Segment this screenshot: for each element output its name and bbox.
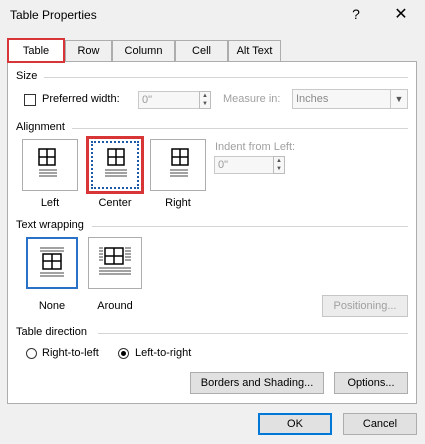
spin-up-icon[interactable]: ▲ (200, 92, 210, 100)
preferred-width-spinner[interactable]: ▲ ▼ (199, 91, 211, 109)
measure-in-label: Measure in: (223, 93, 281, 105)
measure-in-select[interactable]: Inches ▼ (292, 89, 408, 109)
left-to-right-label: Left-to-right (135, 347, 192, 359)
align-center-icon (105, 148, 127, 177)
align-right-label: Right (165, 197, 191, 209)
chevron-down-icon[interactable]: ▼ (390, 90, 407, 108)
size-section-label: Size (16, 70, 38, 82)
tab-cell[interactable]: Cell (175, 40, 228, 61)
preferred-width-field[interactable]: 0" (138, 91, 200, 109)
tab-column[interactable]: Column (112, 40, 175, 61)
close-button[interactable]: ✕ (391, 4, 411, 24)
wrap-none-icon (40, 247, 64, 277)
indent-spinner[interactable]: ▲ ▼ (273, 156, 285, 174)
preferred-width-label: Preferred width: (42, 93, 120, 105)
indent-label: Indent from Left: (215, 141, 296, 153)
spin-down-icon[interactable]: ▼ (200, 100, 210, 108)
table-direction-divider (98, 333, 408, 334)
dialog-title: Table Properties (10, 8, 97, 22)
wrap-around-button[interactable] (88, 237, 142, 289)
borders-and-shading-button[interactable]: Borders and Shading... (190, 372, 324, 394)
align-right-icon (170, 148, 189, 177)
text-wrapping-section-label: Text wrapping (16, 219, 84, 231)
wrap-none-button[interactable] (26, 237, 78, 289)
preferred-width-checkbox[interactable] (24, 94, 36, 106)
help-button[interactable]: ? (348, 6, 364, 24)
align-right-button[interactable] (150, 139, 206, 191)
left-to-right-radio[interactable] (118, 348, 129, 359)
alignment-section-label: Alignment (16, 121, 65, 133)
spin-down-icon[interactable]: ▼ (274, 165, 284, 173)
ok-button[interactable]: OK (258, 413, 332, 435)
size-divider (44, 77, 408, 78)
right-to-left-label: Right-to-left (42, 347, 99, 359)
right-to-left-radio[interactable] (26, 348, 37, 359)
table-direction-section-label: Table direction (16, 326, 87, 338)
indent-field[interactable]: 0" (214, 156, 274, 174)
tab-table[interactable]: Table (7, 38, 65, 63)
tab-row[interactable]: Row (65, 40, 112, 61)
positioning-button[interactable]: Positioning... (322, 295, 408, 317)
alignment-divider (72, 128, 408, 129)
text-wrapping-divider (92, 226, 408, 227)
radio-selected-dot (121, 351, 126, 356)
wrap-around-icon (99, 247, 131, 275)
spin-up-icon[interactable]: ▲ (274, 157, 284, 165)
align-center-label: Center (98, 197, 132, 209)
align-left-icon (38, 148, 57, 177)
align-left-button[interactable] (22, 139, 78, 191)
align-center-button[interactable] (86, 136, 144, 194)
cancel-button[interactable]: Cancel (343, 413, 417, 435)
align-left-label: Left (40, 197, 60, 209)
tab-alt-text[interactable]: Alt Text (228, 40, 281, 61)
options-button[interactable]: Options... (334, 372, 408, 394)
wrap-none-label: None (38, 300, 66, 312)
wrap-around-label: Around (97, 300, 133, 312)
measure-in-value: Inches (296, 93, 329, 105)
